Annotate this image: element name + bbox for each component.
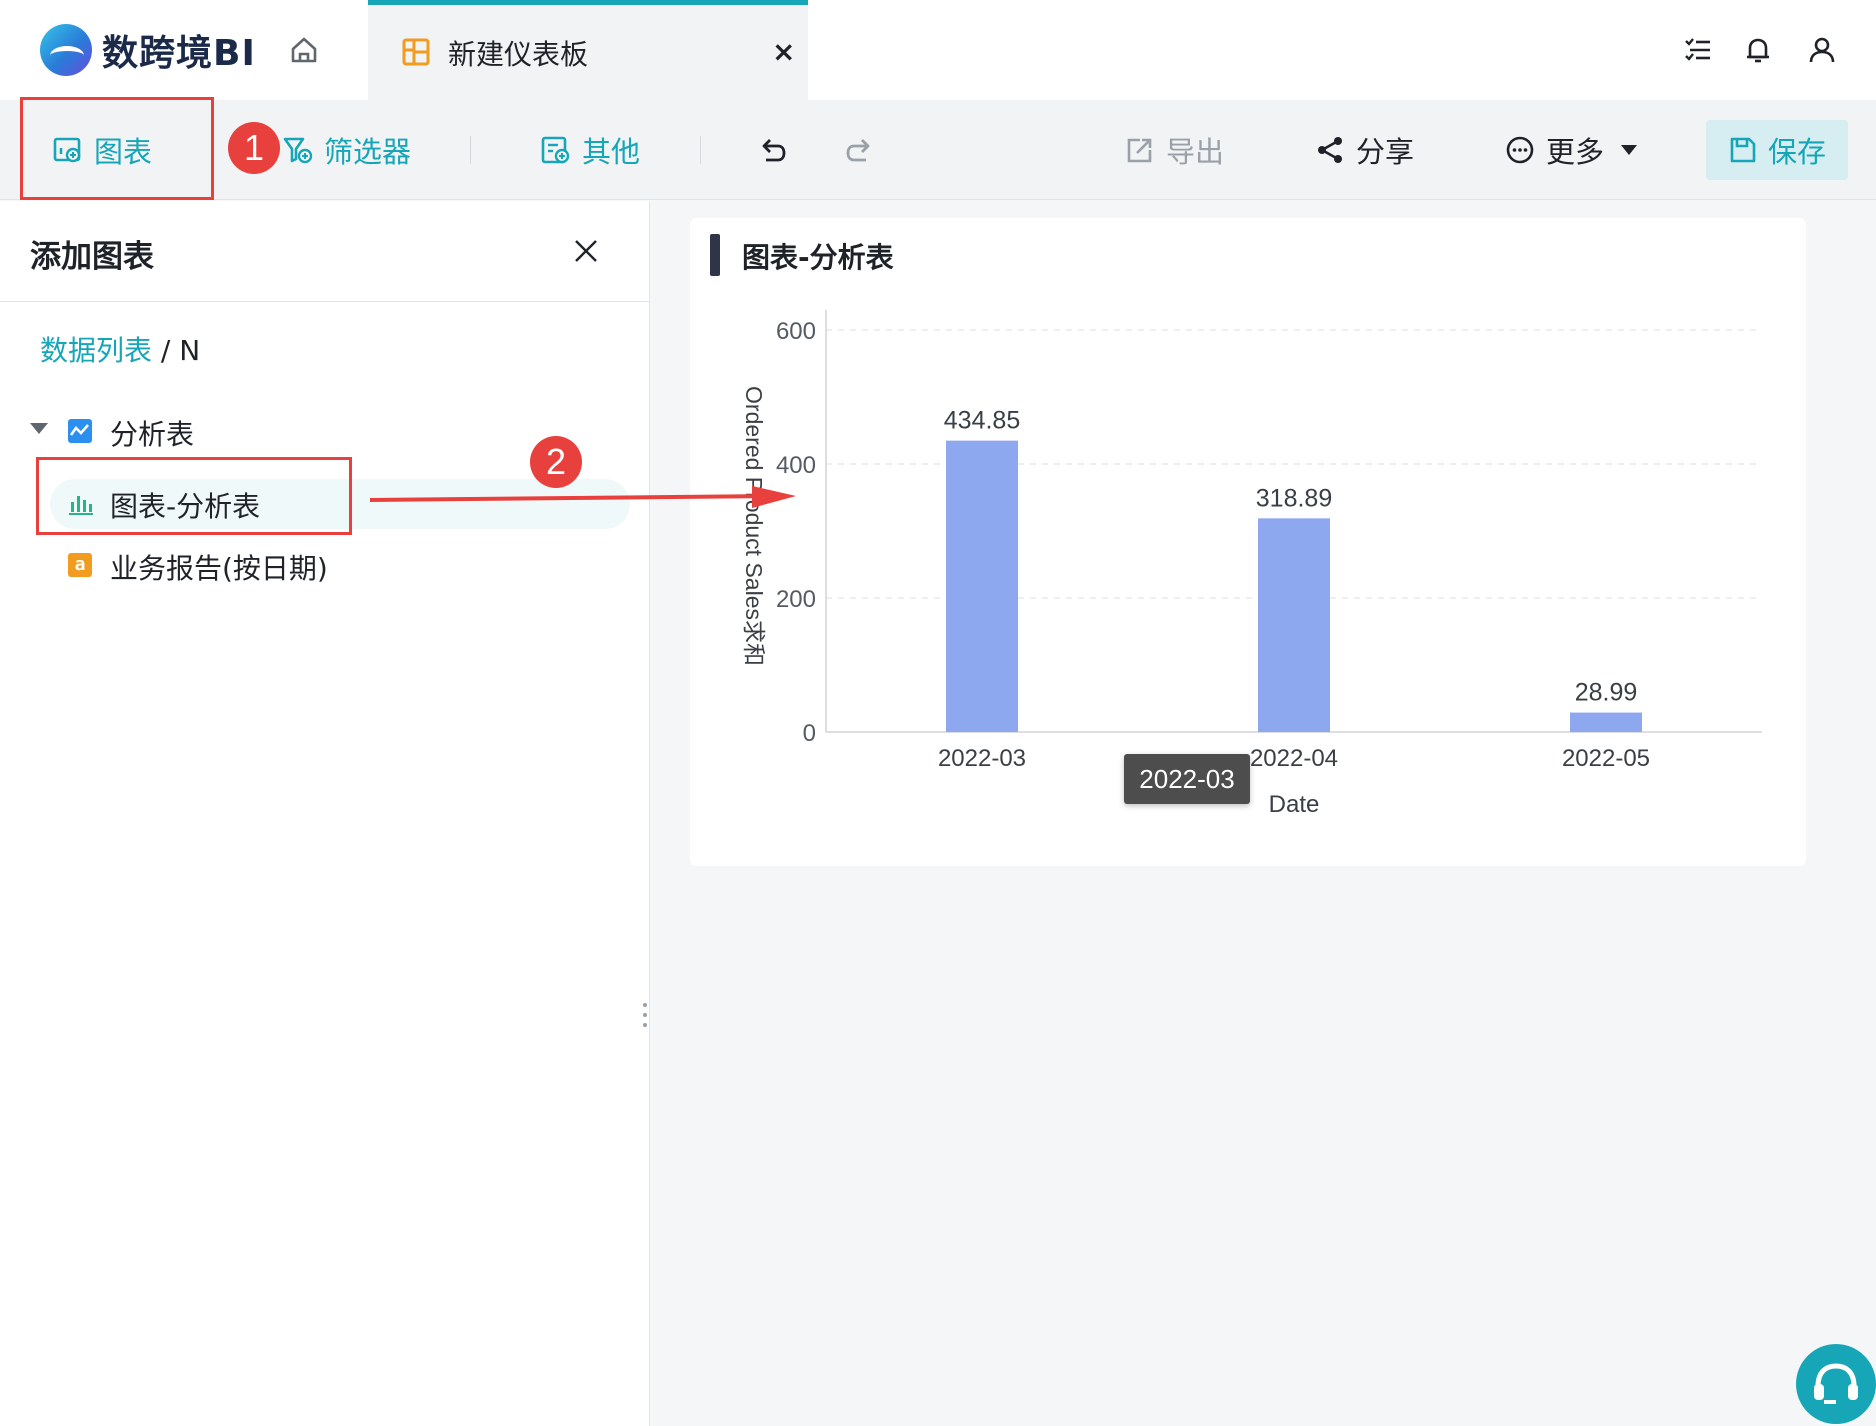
bar[interactable] (1258, 518, 1330, 732)
save-icon (1730, 137, 1756, 163)
tab-new-dashboard[interactable]: 新建仪表板 × (368, 0, 808, 100)
annotation-box-chart-button (20, 97, 214, 200)
tab-close-icon[interactable]: × (772, 35, 795, 68)
caret-down-icon (1621, 145, 1638, 155)
add-chart-panel: 添加图表 数据列表 / N 分析表 图表-分析表 a 业务报告(按日期) (0, 201, 650, 1426)
annotation-arrow-icon (369, 486, 796, 508)
panel-divider (0, 301, 650, 302)
redo-icon[interactable] (844, 134, 876, 166)
analysis-table-icon (68, 419, 92, 443)
app-logo[interactable]: 数跨境BI (40, 22, 256, 78)
save-button-label: 保存 (1767, 135, 1826, 169)
help-chat-button[interactable] (1796, 1344, 1876, 1424)
add-other-icon (541, 136, 570, 164)
amazon-icon: a (68, 553, 92, 577)
y-axis-label: Ordered Product Sales求和 (741, 386, 767, 666)
top-bar: 数跨境BI 新建仪表板 × (0, 0, 1876, 100)
x-tick-label: 2022-05 (1562, 745, 1650, 772)
other-button[interactable]: 其他 (540, 100, 640, 200)
x-axis-label: Date (1269, 791, 1320, 818)
bell-icon[interactable] (1742, 34, 1774, 66)
y-tick-label: 400 (776, 452, 816, 479)
breadcrumb-current: N (179, 334, 201, 367)
data-label: 318.89 (1256, 484, 1332, 512)
chart-tooltip: 2022-03 (1124, 754, 1250, 804)
logo-mark-icon (40, 24, 92, 76)
user-icon[interactable] (1806, 34, 1838, 66)
share-button-label: 分享 (1356, 135, 1415, 169)
more-button-label: 更多 (1546, 135, 1605, 169)
export-button-label: 导出 (1166, 135, 1225, 169)
breadcrumb: 数据列表 / N (40, 329, 200, 369)
filter-button-label: 筛选器 (324, 135, 412, 169)
tab-label: 新建仪表板 (448, 38, 589, 71)
annotation-box-chart-item (36, 457, 352, 535)
more-icon (1506, 136, 1534, 164)
more-button[interactable]: 更多 (1504, 100, 1638, 200)
logo-text: 数跨境BI (102, 33, 256, 74)
save-button[interactable]: 保存 (1706, 120, 1848, 180)
add-filter-icon (283, 137, 313, 164)
tree-group-analysis-table[interactable]: 分析表 (110, 413, 194, 453)
y-tick-label: 200 (776, 586, 816, 613)
bar[interactable] (1570, 712, 1642, 732)
toolbar-divider (470, 136, 471, 164)
task-list-icon[interactable] (1682, 34, 1714, 66)
close-icon[interactable] (570, 235, 602, 267)
dashboard-icon (402, 38, 430, 66)
panel-title: 添加图表 (30, 239, 154, 275)
export-icon (1127, 138, 1152, 163)
headset-icon (1814, 1363, 1858, 1404)
caret-down-icon[interactable] (30, 423, 48, 434)
x-tick-label: 2022-03 (938, 745, 1026, 772)
data-label: 434.85 (944, 407, 1020, 435)
breadcrumb-separator: / (152, 334, 180, 367)
toolbar-divider (700, 136, 701, 164)
data-label: 28.99 (1575, 679, 1638, 707)
breadcrumb-data-list-link[interactable]: 数据列表 (40, 334, 152, 367)
y-tick-label: 600 (776, 318, 816, 345)
share-button[interactable]: 分享 (1314, 100, 1414, 200)
home-icon[interactable] (288, 34, 320, 66)
bar[interactable] (946, 440, 1018, 732)
other-button-label: 其他 (582, 135, 641, 169)
toolbar: 图表 筛选器 其他 导出 分享 更多 (0, 100, 1876, 200)
share-icon (1318, 137, 1342, 163)
annotation-step-1: 1 (228, 122, 280, 174)
x-tick-label: 2022-04 (1250, 745, 1338, 772)
resize-handle-icon[interactable] (642, 1001, 648, 1029)
tree-item-business-report[interactable]: 业务报告(按日期) (110, 547, 328, 587)
y-tick-label: 0 (803, 720, 816, 747)
filter-button[interactable]: 筛选器 (282, 100, 411, 200)
undo-icon[interactable] (756, 134, 788, 166)
export-button[interactable]: 导出 (1124, 100, 1224, 200)
